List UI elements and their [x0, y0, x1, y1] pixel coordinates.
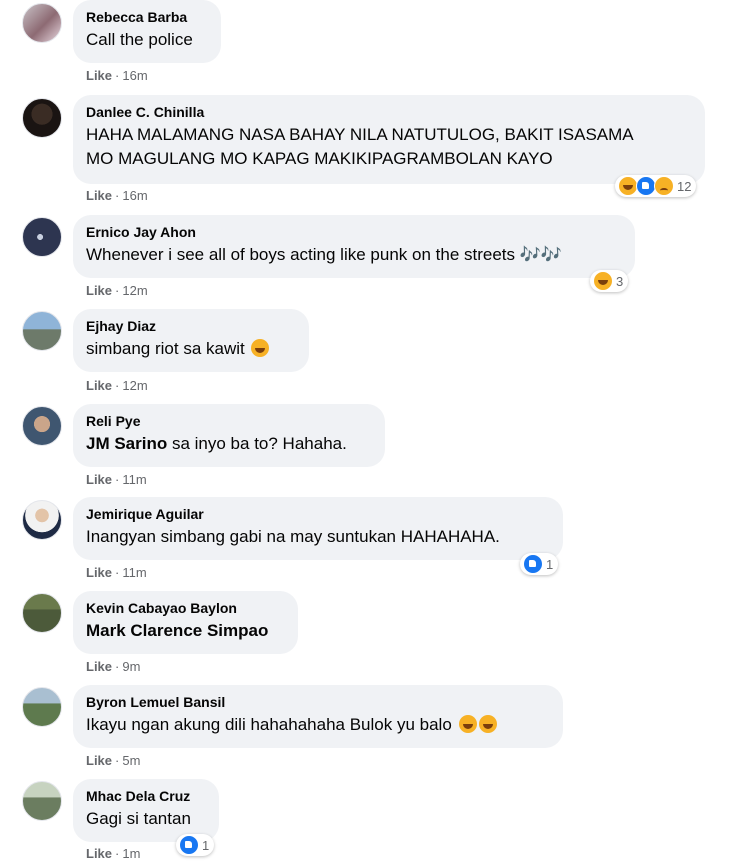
comment-meta: Like · 11m: [86, 472, 147, 487]
comment-meta: Like · 16m: [86, 188, 148, 203]
music-notes-emoji: 🎶🎶: [519, 245, 563, 264]
comment-bubble: Byron Lemuel Bansil Ikayu ngan akung dil…: [73, 685, 563, 748]
joy-emoji: [458, 715, 477, 733]
timestamp[interactable]: 12m: [122, 378, 147, 393]
avatar[interactable]: [22, 217, 62, 257]
avatar[interactable]: [22, 687, 62, 727]
like-button[interactable]: Like: [86, 472, 112, 487]
comment-author[interactable]: Rebecca Barba: [86, 8, 208, 26]
comment-text: Gagi si tantan: [86, 809, 191, 828]
reaction-count: 3: [616, 273, 624, 289]
avatar[interactable]: [22, 781, 62, 821]
avatar[interactable]: [22, 500, 62, 540]
comment-bubble: Ejhay Diaz simbang riot sa kawit: [73, 309, 309, 372]
comment-author[interactable]: Danlee C. Chinilla: [86, 103, 692, 121]
comment-author[interactable]: Mhac Dela Cruz: [86, 787, 206, 805]
timestamp[interactable]: 11m: [122, 565, 146, 580]
comment-bubble: Danlee C. Chinilla HAHA MALAMANG NASA BA…: [73, 95, 705, 184]
comment-author[interactable]: Ejhay Diaz: [86, 317, 296, 335]
comment-author[interactable]: Jemirique Aguilar: [86, 505, 550, 523]
reaction-summary[interactable]: 3: [590, 270, 629, 292]
mention-link[interactable]: JM Sarino: [86, 434, 167, 453]
timestamp[interactable]: 11m: [122, 472, 146, 487]
reaction-summary[interactable]: 1: [520, 553, 559, 575]
comment-author[interactable]: Reli Pye: [86, 412, 372, 430]
comment-text: Call the police: [86, 30, 193, 49]
rofl-emoji: [251, 339, 270, 357]
like-icon: [636, 176, 656, 196]
like-button[interactable]: Like: [86, 753, 112, 768]
comment-text: Whenever i see all of boys acting like p…: [86, 245, 563, 264]
like-button[interactable]: Like: [86, 659, 112, 674]
comment-meta: Like · 12m: [86, 283, 148, 298]
comment-bubble: Reli Pye JM Sarino sa inyo ba to? Hahaha…: [73, 404, 385, 467]
comment-bubble: Jemirique Aguilar Inangyan simbang gabi …: [73, 497, 563, 560]
avatar[interactable]: [22, 406, 62, 446]
avatar[interactable]: [22, 593, 62, 633]
comment-author[interactable]: Ernico Jay Ahon: [86, 223, 622, 241]
like-button[interactable]: Like: [86, 565, 112, 580]
comment-author[interactable]: Kevin Cabayao Baylon: [86, 599, 285, 617]
comment-text: MO MAGULANG MO KAPAG MAKIKIPAGRAMBOLAN K…: [86, 149, 553, 168]
comment-text: Mark Clarence Simpao: [86, 619, 285, 643]
reaction-summary[interactable]: 12: [615, 175, 697, 197]
comment-meta: Like · 5m: [86, 753, 141, 768]
timestamp[interactable]: 9m: [122, 659, 140, 674]
reaction-summary[interactable]: 1: [176, 834, 215, 856]
like-icon: [179, 835, 199, 855]
comment-bubble: Kevin Cabayao Baylon Mark Clarence Simpa…: [73, 591, 298, 654]
like-icon: [523, 554, 543, 574]
comment-meta: Like · 16m: [86, 68, 148, 83]
avatar[interactable]: [22, 3, 62, 43]
reaction-count: 1: [202, 837, 210, 853]
timestamp[interactable]: 12m: [122, 283, 147, 298]
comment-bubble: Ernico Jay Ahon Whenever i see all of bo…: [73, 215, 635, 278]
timestamp[interactable]: 16m: [122, 188, 147, 203]
comment-meta: Like · 12m: [86, 378, 148, 393]
avatar[interactable]: [22, 98, 62, 138]
sad-icon: [654, 176, 674, 196]
mention-link[interactable]: Mark Clarence Simpao: [86, 621, 268, 640]
comment-text: simbang riot sa kawit: [86, 337, 296, 361]
comment-meta: Like · 11m: [86, 565, 147, 580]
comment-text: Inangyan simbang gabi na may suntukan HA…: [86, 527, 500, 546]
comment-text: HAHA MALAMANG NASA BAHAY NILA NATUTULOG,…: [86, 125, 634, 144]
haha-icon: [593, 271, 613, 291]
timestamp[interactable]: 5m: [122, 753, 140, 768]
reaction-count: 12: [677, 178, 692, 194]
comment-text: JM Sarino sa inyo ba to? Hahaha.: [86, 434, 347, 453]
comment-bubble: Rebecca Barba Call the police: [73, 0, 221, 63]
like-button[interactable]: Like: [86, 188, 112, 203]
avatar[interactable]: [22, 311, 62, 351]
like-button[interactable]: Like: [86, 283, 112, 298]
like-button[interactable]: Like: [86, 68, 112, 83]
comment-author[interactable]: Byron Lemuel Bansil: [86, 693, 550, 711]
like-button[interactable]: Like: [86, 378, 112, 393]
joy-emoji: [478, 715, 497, 733]
comment-text: Ikayu ngan akung dili hahahahaha Bulok y…: [86, 713, 550, 737]
timestamp[interactable]: 16m: [122, 68, 147, 83]
comment-meta: Like · 9m: [86, 659, 141, 674]
comment-bubble: Mhac Dela Cruz Gagi si tantan: [73, 779, 219, 842]
reaction-count: 1: [546, 556, 554, 572]
haha-icon: [618, 176, 638, 196]
